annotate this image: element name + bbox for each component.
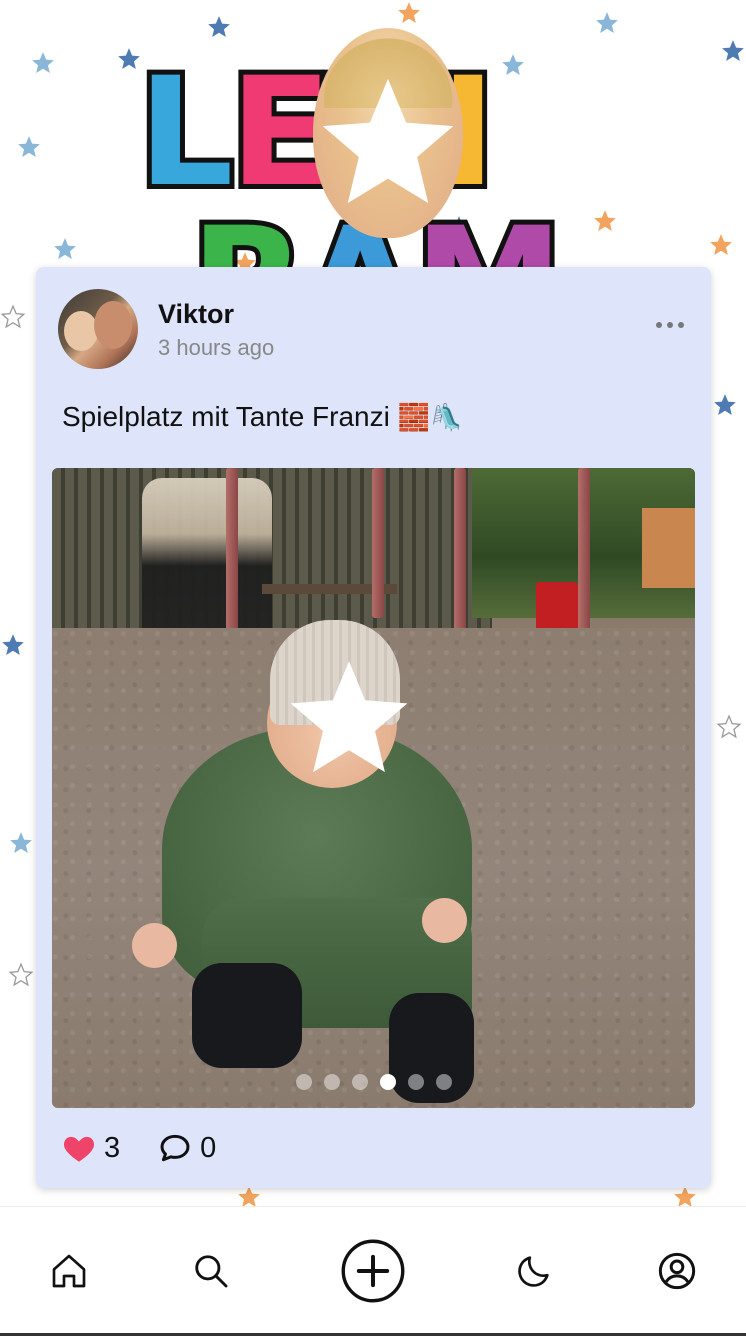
more-options-button[interactable]: [650, 315, 690, 335]
app-logo[interactable]: LEVIRAM: [60, 28, 690, 363]
carousel-dot[interactable]: [323, 1074, 340, 1090]
user-circle-icon: [658, 1252, 696, 1290]
nav-profile-button[interactable]: [637, 1207, 717, 1335]
logo-baby-face: [313, 28, 463, 238]
carousel-indicator[interactable]: [52, 1074, 695, 1090]
star-icon: [8, 962, 34, 988]
author-avatar[interactable]: [58, 289, 138, 369]
like-count: 3: [104, 1131, 121, 1164]
star-icon: [16, 134, 42, 160]
star-icon: [0, 632, 26, 658]
star-icon: [396, 0, 422, 26]
privacy-star-icon: [322, 78, 454, 204]
star-icon: [594, 10, 620, 36]
like-button[interactable]: 3: [62, 1132, 120, 1165]
caption-text: Spielplatz mit Tante Franzi: [62, 401, 390, 432]
post-card: Viktor 3 hours ago Spielplatz mit Tante …: [36, 267, 711, 1188]
post-timestamp: 3 hours ago: [158, 335, 275, 360]
nav-search-button[interactable]: [171, 1207, 251, 1335]
search-icon: [195, 1255, 228, 1288]
post-actions: 3 0: [62, 1129, 254, 1167]
comment-button[interactable]: 0: [158, 1132, 216, 1165]
carousel-dot[interactable]: [351, 1074, 368, 1090]
star-icon: [8, 830, 34, 856]
star-icon: [720, 38, 746, 64]
carousel-dot[interactable]: [379, 1074, 396, 1090]
star-icon: [708, 232, 734, 258]
caption-emoji: 🧱🛝: [397, 402, 463, 432]
carousel-dot[interactable]: [295, 1074, 312, 1090]
author-name[interactable]: Viktor: [158, 299, 234, 330]
nav-night-mode-button[interactable]: [494, 1207, 574, 1335]
moon-icon: [518, 1256, 549, 1287]
dot-icon: [667, 322, 673, 328]
star-icon: [716, 714, 742, 740]
plus-circle-icon: [341, 1239, 405, 1303]
dot-icon: [678, 322, 684, 328]
home-icon: [52, 1254, 86, 1288]
star-icon: [206, 14, 232, 40]
carousel-dot[interactable]: [435, 1074, 452, 1090]
post-caption: Spielplatz mit Tante Franzi 🧱🛝: [62, 401, 462, 433]
carousel-dot[interactable]: [407, 1074, 424, 1090]
bottom-navigation: [0, 1206, 746, 1336]
star-icon: [712, 392, 738, 418]
dot-icon: [656, 322, 662, 328]
privacy-star-icon: [290, 661, 408, 773]
nav-home-button[interactable]: [29, 1207, 109, 1335]
heart-icon: [63, 1136, 95, 1162]
post-image[interactable]: [52, 468, 695, 1108]
star-icon: [30, 50, 56, 76]
star-icon: [0, 304, 26, 330]
comment-count: 0: [200, 1131, 217, 1164]
nav-create-button[interactable]: [333, 1207, 413, 1335]
comment-bubble-icon: [160, 1134, 190, 1162]
